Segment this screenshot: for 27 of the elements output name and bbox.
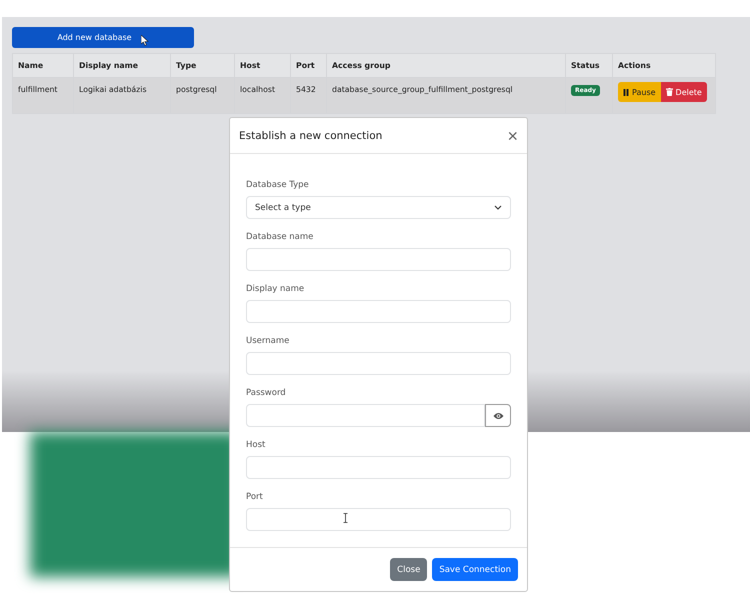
modal-title: Establish a new connection [239,130,382,142]
eye-icon [492,412,504,420]
field-label: Port [246,491,264,503]
input-field[interactable] [246,508,511,531]
field-label: Display name [246,283,306,295]
password-field[interactable] [246,404,485,427]
field-label: Database Type [246,179,310,191]
input-field[interactable] [246,248,511,271]
chevron-down-icon [494,205,502,210]
text-cursor-icon [343,513,348,523]
field-label: Database name [246,231,314,243]
input-field[interactable] [246,300,511,323]
show-password-button[interactable] [485,404,511,427]
select-field[interactable]: Select a type [246,196,511,219]
pause-button[interactable]: Pause [618,82,661,102]
field-label: Password [246,387,287,399]
mouse-pointer-icon [140,34,149,46]
field-label: Username [246,335,290,347]
save-button[interactable]: Save Connection [432,558,518,581]
add-database-button[interactable]: Add new database [12,27,194,48]
delete-button[interactable]: Delete [660,82,707,102]
input-field[interactable] [246,352,511,375]
trash-icon [666,88,673,96]
close-button[interactable]: Close [390,558,428,581]
field-label: Host [246,439,266,451]
input-field[interactable] [246,456,511,479]
pause-icon [623,88,629,96]
